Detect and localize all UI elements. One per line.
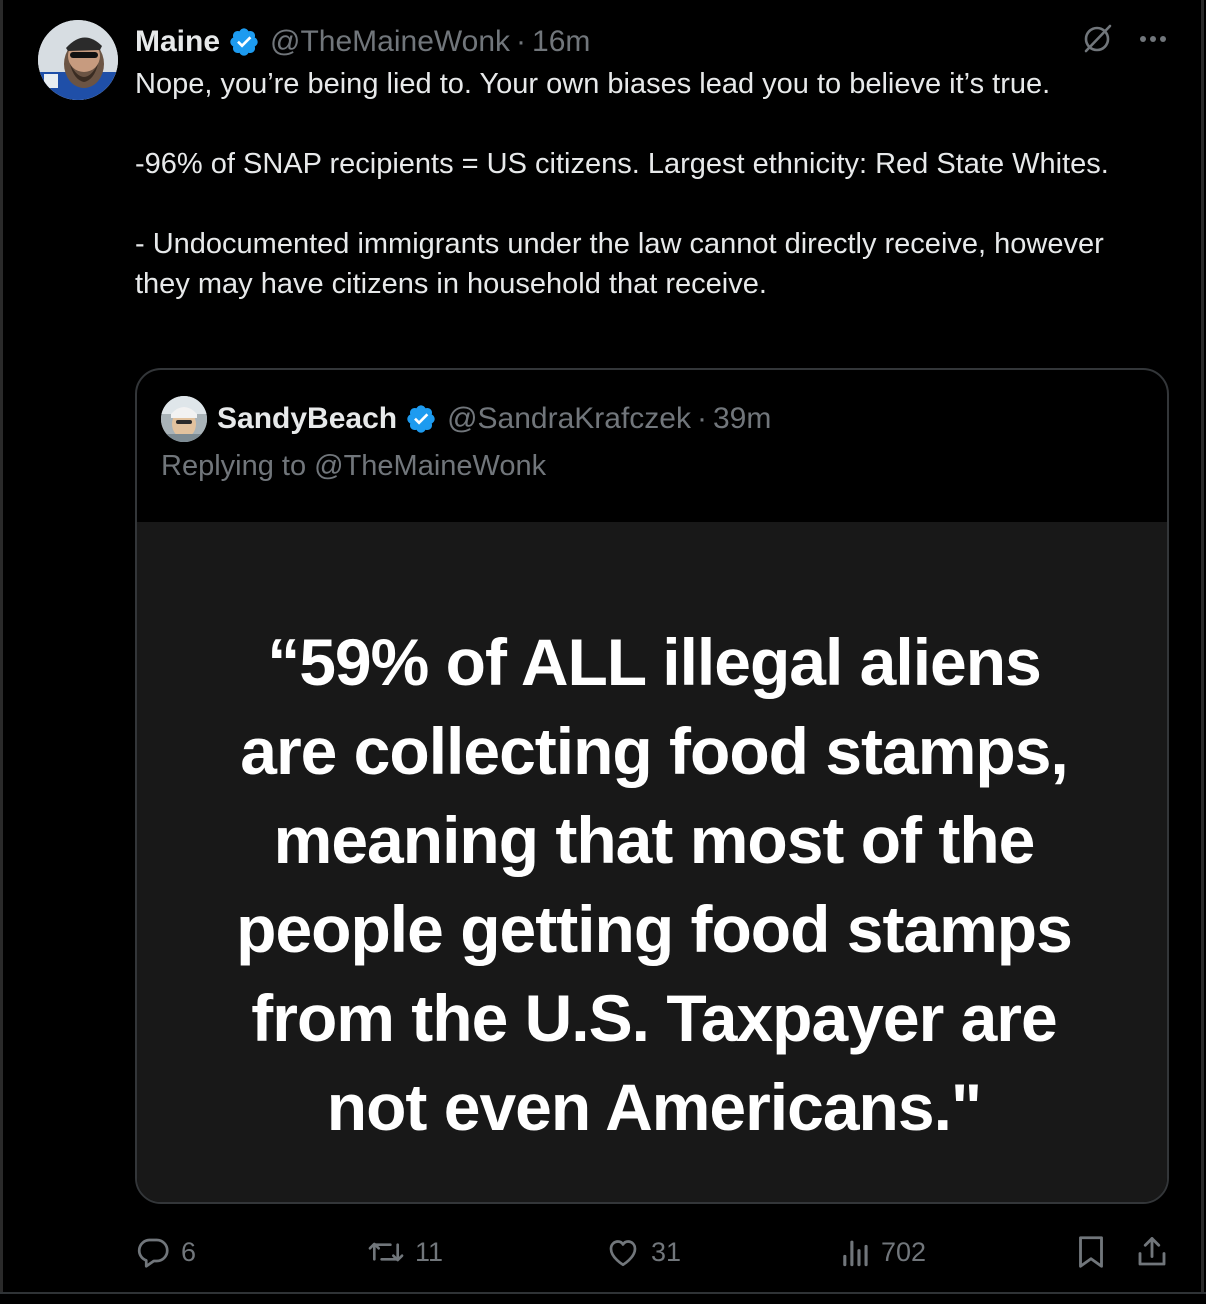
replying-to-label: Replying to @TheMaineWonk	[161, 450, 547, 482]
separator-dot: ·	[516, 25, 527, 58]
more-icon[interactable]	[1136, 22, 1170, 61]
post-divider	[0, 1292, 1206, 1304]
quoted-post-time[interactable]: 39m	[713, 402, 771, 436]
views-icon	[843, 1240, 868, 1267]
separator-dot: ·	[696, 402, 707, 435]
reply-icon	[137, 1238, 169, 1268]
quoted-author-name[interactable]: SandyBeach	[217, 402, 397, 436]
like-button[interactable]: 31	[605, 1230, 681, 1274]
image-text-line: meaning that most of the	[273, 803, 1036, 877]
post-paragraph: Nope, you’re being lied to. Your own bia…	[135, 68, 1051, 100]
share-button[interactable]	[1135, 1230, 1169, 1274]
views-button[interactable]: 702	[841, 1230, 926, 1274]
repost-icon	[368, 1242, 404, 1262]
heart-icon	[609, 1240, 637, 1267]
share-icon	[1138, 1237, 1166, 1266]
image-text-line: from the U.S. Taxpayer are	[251, 981, 1057, 1055]
like-count: 31	[651, 1236, 682, 1267]
verified-badge-icon	[230, 28, 258, 56]
quoted-author-avatar[interactable]	[161, 396, 207, 442]
post-text: Nope, you’re being lied to. Your own bia…	[135, 64, 1155, 304]
quoted-avatar-image	[161, 396, 207, 442]
repost-count: 11	[415, 1236, 444, 1267]
image-text-line: people getting food stamps	[236, 892, 1073, 966]
post-paragraph: -96% of SNAP recipients = US citizens. L…	[135, 148, 1109, 180]
post-header: Maine @TheMaineWonk · 16m	[135, 22, 590, 62]
author-name[interactable]: Maine	[135, 25, 220, 59]
post-time[interactable]: 16m	[532, 25, 590, 59]
quoted-post-header: SandyBeach @SandraKrafczek · 39m	[217, 398, 771, 440]
repost-button[interactable]: 11	[367, 1230, 443, 1274]
bookmark-button[interactable]	[1075, 1230, 1107, 1274]
post-action-bar: 6 11 31 702	[135, 1230, 1169, 1274]
reply-count: 6	[181, 1236, 197, 1267]
author-handle[interactable]: @TheMaineWonk	[270, 25, 510, 59]
quoted-author-handle[interactable]: @SandraKrafczek	[447, 402, 691, 436]
view-count: 702	[881, 1236, 927, 1267]
image-text-line: “59% of ALL illegal aliens	[267, 625, 1042, 699]
bookmark-icon	[1079, 1236, 1103, 1268]
quoted-post-image[interactable]: “59% of ALL illegal aliens are collectin…	[137, 522, 1167, 1202]
grok-icon[interactable]	[1080, 22, 1114, 61]
quoted-post-card[interactable]: SandyBeach @SandraKrafczek · 39m Replyin…	[135, 368, 1169, 1204]
post-paragraph: - Undocumented immigrants under the law …	[135, 228, 1104, 300]
post-top-actions	[1080, 22, 1170, 61]
reply-button[interactable]: 6	[135, 1230, 196, 1274]
image-text-line: are collecting food stamps,	[240, 714, 1069, 788]
author-avatar[interactable]	[38, 20, 118, 100]
image-quote-text: “59% of ALL illegal aliens are collectin…	[137, 618, 1167, 1152]
verified-badge-icon	[407, 405, 435, 433]
image-text-line: not even Americans."	[326, 1070, 982, 1144]
avatar-image	[38, 20, 118, 100]
